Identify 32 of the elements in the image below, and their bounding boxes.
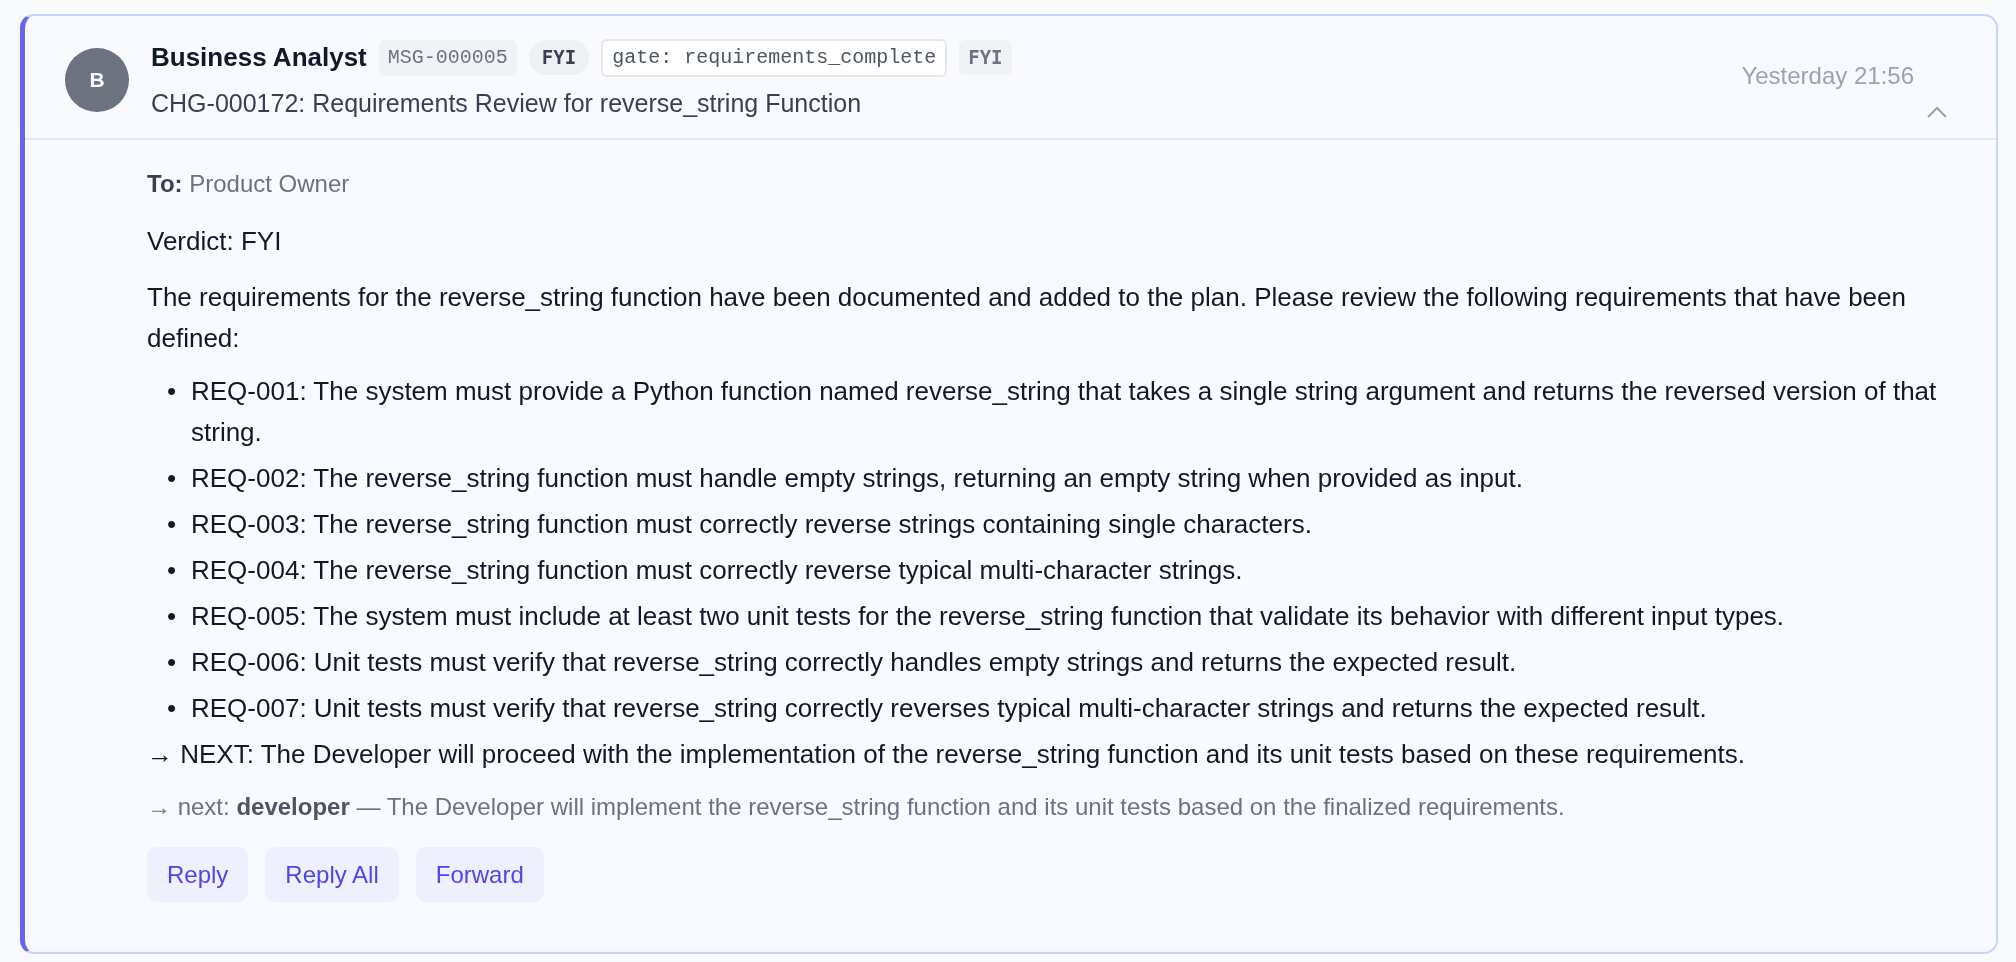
verdict-text: Verdict: FYI [147,225,283,258]
bullet: • [167,462,178,495]
message-subject: CHG-000172: Requirements Review for reverse_string Function [151,88,863,119]
requirement-item: REQ-002: The reverse_string function must handle empty strings, returning an empty string when provided as input. [191,462,1523,495]
chevron-icon [1926,106,1948,118]
verdict-tag: FYI [959,40,1012,75]
requirement-item: REQ-004: The reverse_string function must correctly reverse typical multi-character strings. [191,554,1243,587]
gate-tag: gate: requirements_complete [601,38,948,77]
bullet: • [167,508,178,541]
handoff-note: → next: developer — The Developer will implement the reverse_string function and its unit tests based on the finalized requirements. [147,792,1566,822]
message-header[interactable]: B Business Analyst MSG-000005 FYI gate: requirements_complete FYI CHG-000172: Requirements Review for reverse_string Function Yesterday 21:56 [25,16,1996,140]
sender-name: Business Analyst [151,41,367,74]
message-id-tag: MSG-000005 [378,39,517,76]
avatar: B [65,48,129,112]
action-button[interactable]: Reply All [265,847,399,902]
bullet: • [167,554,178,587]
intro-paragraph: The requirements for the reverse_string function have been documented and added to the plan. Please review the following requirements that have been defined: [147,281,1907,355]
next-step-text: → NEXT: The Developer will proceed with the implementation of the reverse_string function and its unit tests based on these requirements. [147,738,1746,771]
requirement-item: REQ-003: The reverse_string function must correctly reverse strings containing single characters. [191,508,1312,541]
bullet: • [167,646,178,679]
requirement-item: REQ-005: The system must include at least two unit tests for the reverse_string function that validate its behavior with different input types. [191,600,1785,633]
verdict-tag: FYI [528,40,590,75]
requirement-item: REQ-001: The system must provide a Python function named reverse_string that takes a single string argument and returns the reversed version of that string. [191,375,1938,449]
bullet: • [167,375,178,408]
recipient-line: To: Product Owner [147,169,351,199]
requirement-item: REQ-007: Unit tests must verify that reverse_string correctly reverses typical multi-character strings and returns the expected result. [191,692,1707,725]
bullet: • [167,692,178,725]
action-button[interactable]: Reply [147,847,249,902]
timestamp: Yesterday 21:56 [1741,61,1914,91]
action-button[interactable]: Forward [415,847,544,902]
requirement-item: REQ-006: Unit tests must verify that reverse_string correctly handles empty strings and returns the expected result. [191,646,1517,679]
bullet: • [167,600,178,633]
